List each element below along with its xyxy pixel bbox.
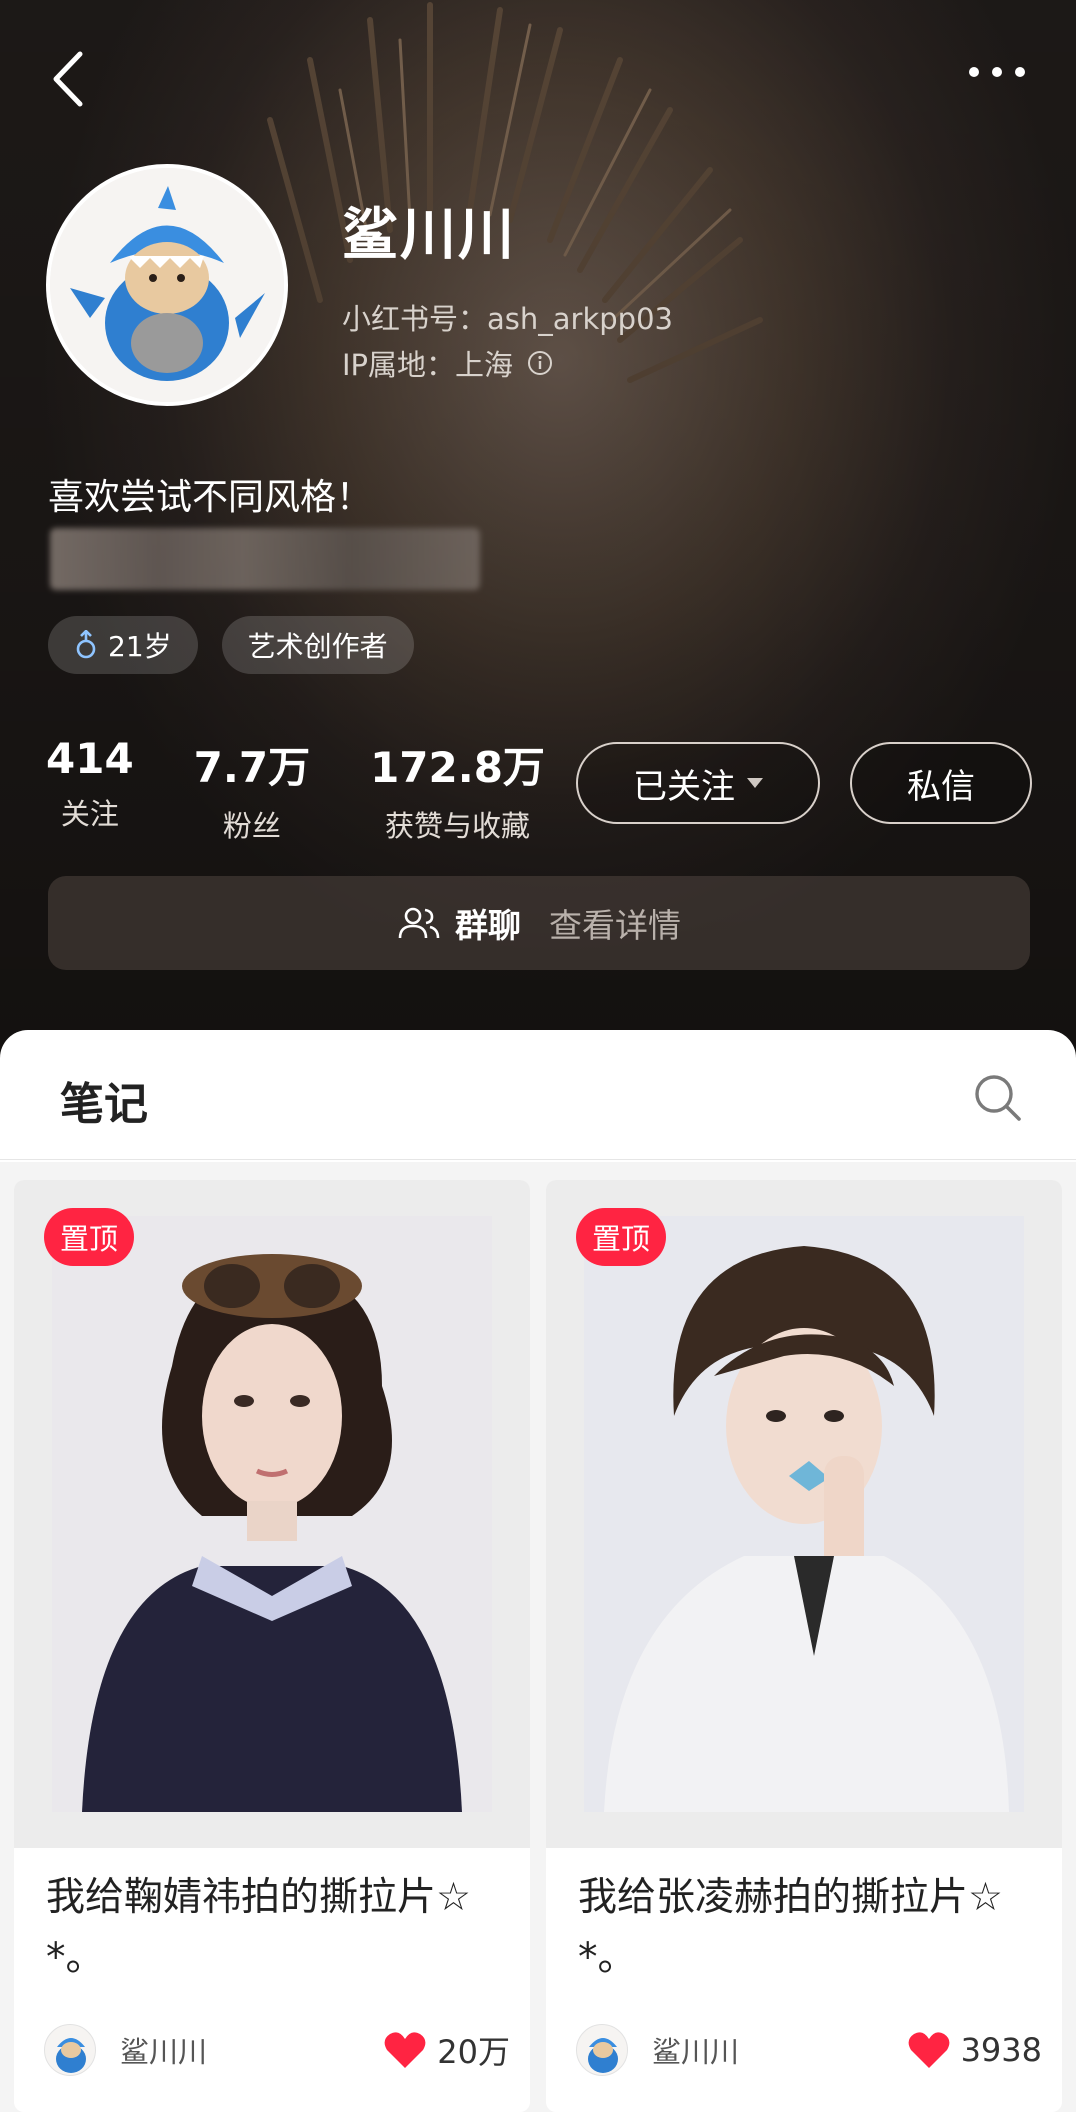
- note-cover[interactable]: 置顶: [546, 1180, 1062, 1848]
- tab-notes[interactable]: 笔记: [60, 1068, 148, 1132]
- age-tag: 21岁: [48, 616, 198, 674]
- like-button[interactable]: 3938: [907, 2030, 1042, 2070]
- stat-following-value: 414: [46, 734, 134, 783]
- note-footer: 鲨川川 3938: [576, 2020, 1042, 2080]
- stat-following-label: 关注: [60, 797, 119, 831]
- ip-location-text: IP属地：上海: [342, 348, 514, 382]
- heart-icon: [908, 2032, 949, 2068]
- back-icon[interactable]: [44, 46, 94, 112]
- stat-likes-value: 172.8万: [370, 743, 545, 792]
- stat-following[interactable]: 414 关注: [46, 734, 134, 845]
- nickname: 鲨川川: [342, 203, 516, 268]
- more-icon[interactable]: [962, 52, 1032, 92]
- profile-stats: 414 关注 7.7万 粉丝 172.8万 获赞与收藏: [46, 734, 605, 845]
- stat-followers-value: 7.7万: [193, 743, 311, 792]
- red-id: 小红书号：ash_arkpp03: [342, 302, 673, 336]
- group-chat-label: 群聊: [455, 906, 521, 945]
- like-count: 3938: [960, 2031, 1042, 2069]
- info-icon[interactable]: [527, 350, 553, 376]
- note-cover[interactable]: 置顶: [14, 1180, 530, 1848]
- stat-followers-label: 粉丝: [222, 809, 281, 843]
- shark-costume-avatar-image: [50, 168, 284, 402]
- note-cover-image: [584, 1216, 1024, 1812]
- bio: 喜欢尝试不同风格！: [48, 477, 373, 518]
- notes-tab-bar: 笔记: [0, 1030, 1076, 1160]
- stat-likes-collects[interactable]: 172.8万 获赞与收藏: [370, 734, 545, 845]
- author-avatar-image: [588, 2038, 618, 2073]
- search-icon[interactable]: [972, 1072, 1024, 1124]
- message-button[interactable]: 私信: [850, 742, 1032, 824]
- group-chat-bar[interactable]: 群聊 查看详情: [48, 876, 1030, 970]
- pinned-badge: 置顶: [576, 1208, 667, 1266]
- note-footer: 鲨川川 20万: [44, 2020, 510, 2080]
- like-count: 20万: [437, 2033, 510, 2071]
- pinned-badge: 置顶: [44, 1208, 135, 1266]
- note-card[interactable]: 置顶 我给张凌赫拍的撕拉片☆ *。 鲨川川 3938: [546, 1180, 1062, 2112]
- male-icon: [76, 630, 96, 659]
- heart-icon: [384, 2032, 426, 2068]
- age-tag-label: 21岁: [108, 630, 172, 663]
- ip-location: IP属地：上海: [342, 342, 553, 384]
- creator-tag-label: 艺术创作者: [247, 630, 388, 663]
- like-button[interactable]: 20万: [383, 2027, 510, 2073]
- note-title[interactable]: 我给张凌赫拍的撕拉片☆ *。: [578, 1868, 1038, 1988]
- avatar[interactable]: [46, 164, 288, 406]
- profile-tags: 21岁 艺术创作者: [48, 616, 414, 674]
- blurred-bio-line: [50, 528, 480, 590]
- chevron-down-icon: [747, 778, 763, 788]
- stat-followers[interactable]: 7.7万 粉丝: [194, 734, 310, 845]
- author-avatar[interactable]: [44, 2024, 96, 2076]
- follow-button[interactable]: 已关注: [576, 742, 820, 824]
- note-title[interactable]: 我给鞠婧祎拍的撕拉片☆ *。: [46, 1868, 506, 1988]
- note-card[interactable]: 置顶 我给鞠婧祎拍的撕拉片☆ *。 鲨川川 20万: [14, 1180, 530, 2112]
- author-avatar[interactable]: [576, 2024, 628, 2076]
- group-chat-detail: 查看详情: [549, 906, 681, 945]
- note-cover-image: [52, 1216, 492, 1812]
- creator-tag: 艺术创作者: [221, 616, 414, 674]
- message-button-label: 私信: [907, 766, 975, 807]
- author-name[interactable]: 鲨川川: [120, 2029, 383, 2071]
- stat-likes-label: 获赞与收藏: [385, 809, 531, 843]
- group-icon: [398, 907, 440, 939]
- author-name[interactable]: 鲨川川: [652, 2029, 907, 2071]
- follow-button-label: 已关注: [633, 766, 735, 807]
- author-avatar-image: [56, 2038, 86, 2073]
